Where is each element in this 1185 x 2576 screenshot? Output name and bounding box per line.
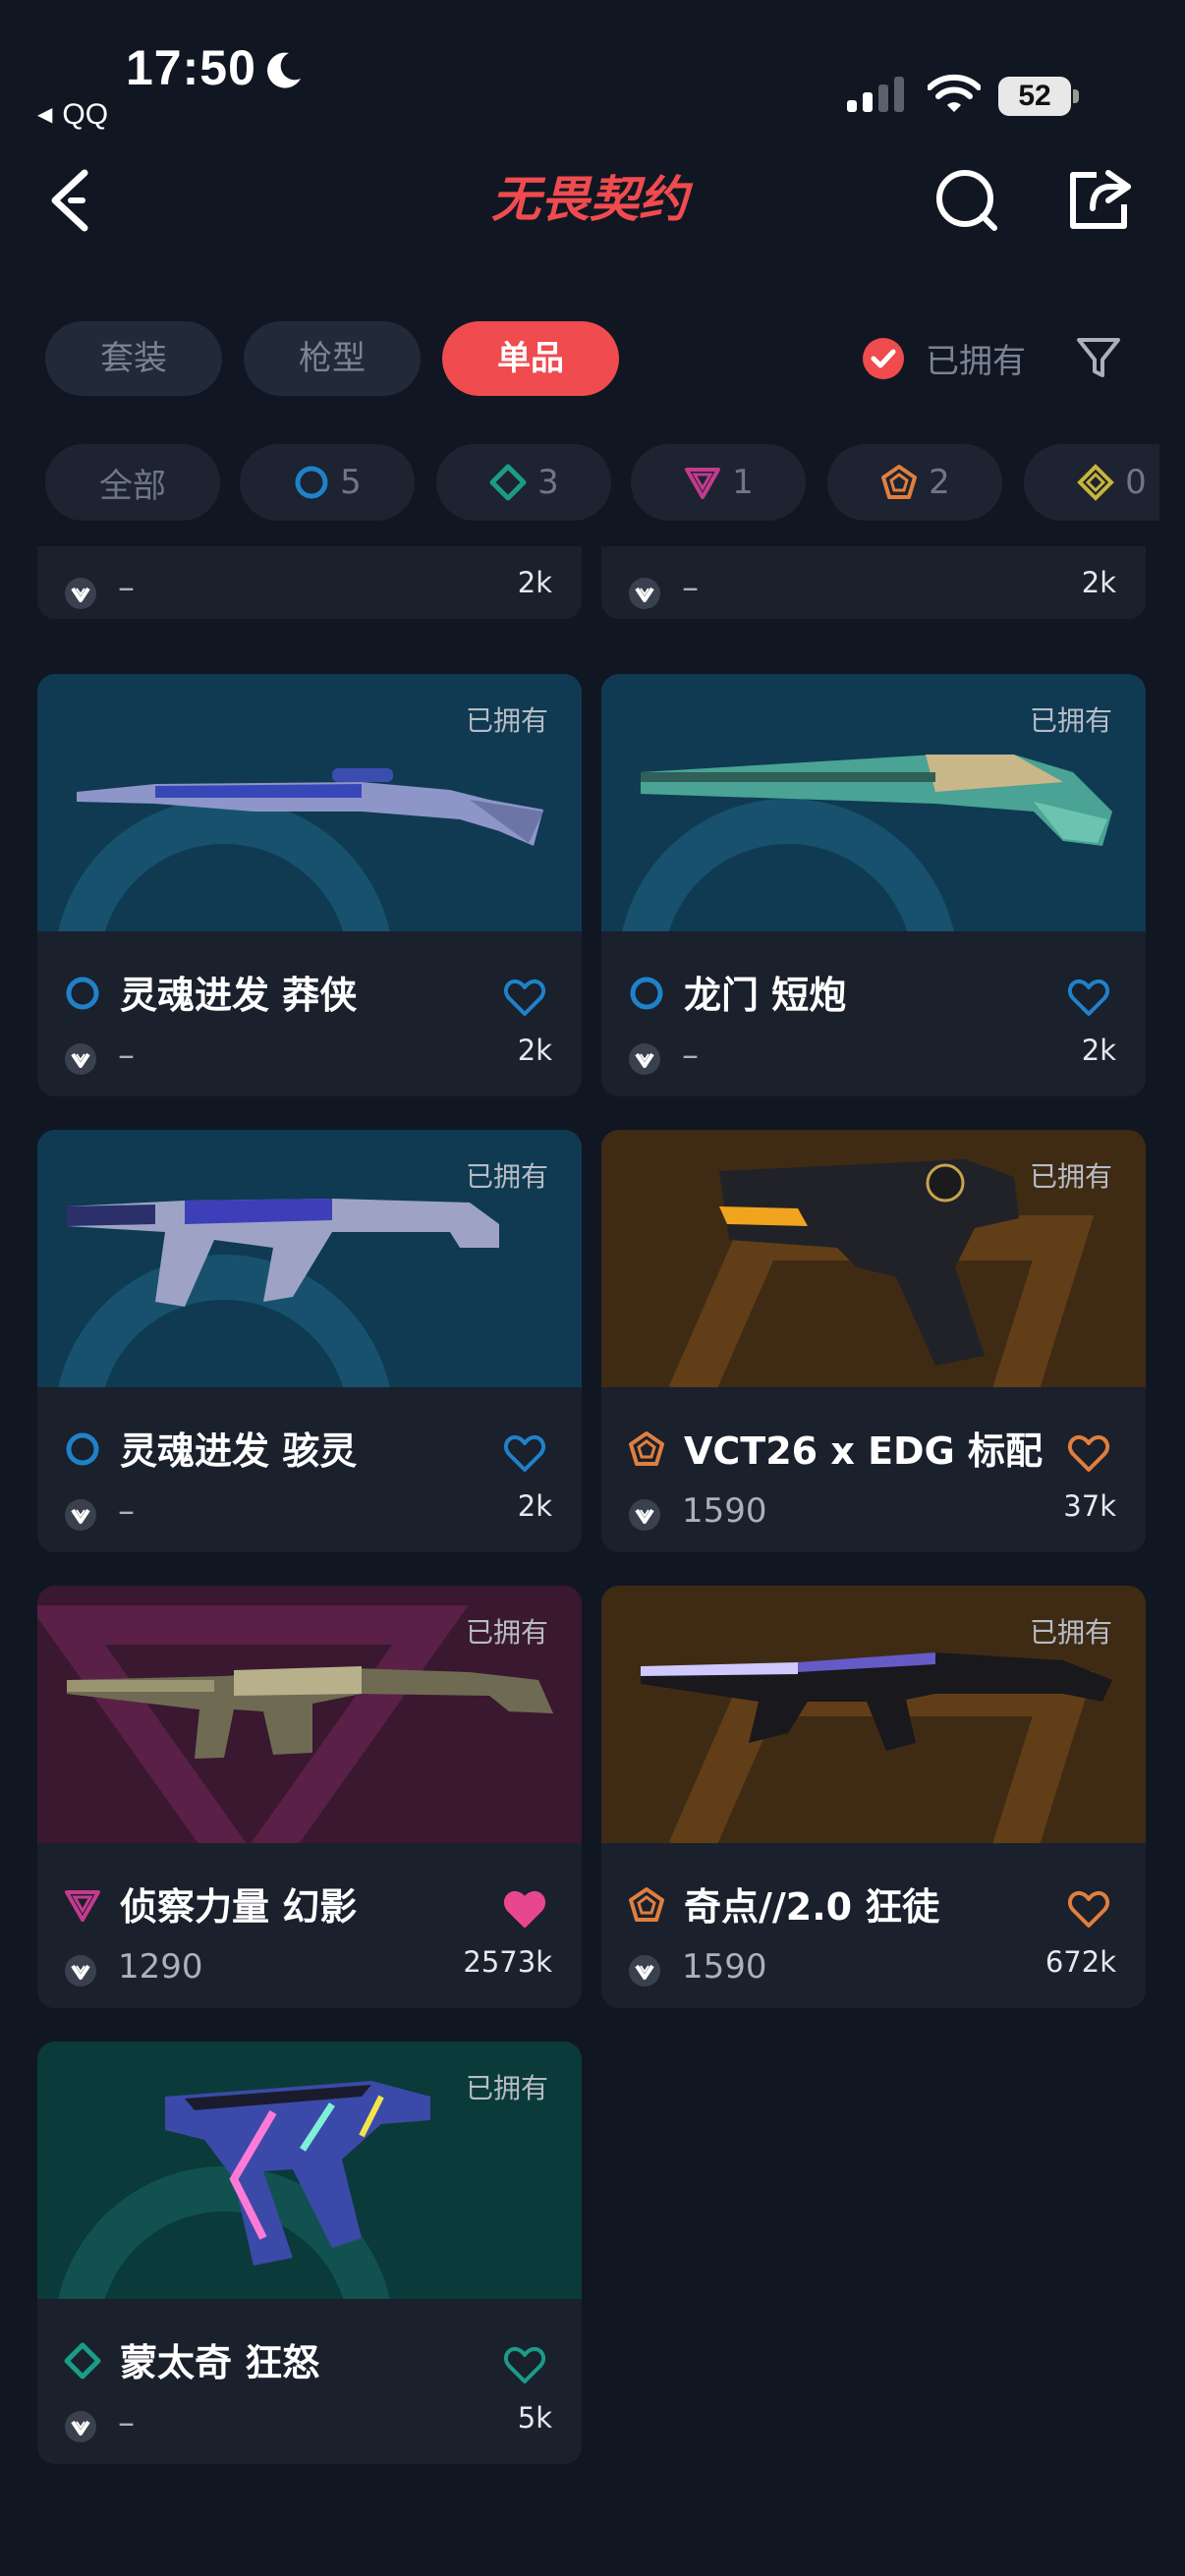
search-button[interactable] bbox=[931, 165, 1002, 236]
vp-currency-icon bbox=[629, 1043, 660, 1075]
item-price: – bbox=[118, 1491, 135, 1531]
item-price: – bbox=[682, 1036, 699, 1075]
tier-icon bbox=[64, 2342, 101, 2380]
item-price: – bbox=[118, 2403, 135, 2442]
favorite-heart-icon[interactable] bbox=[503, 979, 546, 1018]
item-likes: 5k bbox=[517, 2401, 552, 2435]
vp-currency-icon bbox=[629, 578, 660, 609]
filter-icon[interactable] bbox=[1075, 334, 1122, 381]
item-card-partial[interactable]: – 2k bbox=[37, 546, 582, 619]
select-tier-icon bbox=[295, 466, 328, 499]
vp-currency-icon bbox=[65, 1043, 96, 1075]
back-to-app[interactable]: ◀ QQ bbox=[37, 98, 108, 132]
cellular-signal-icon bbox=[847, 77, 904, 112]
owned-badge: 已拥有 bbox=[465, 1160, 548, 1193]
tab-weapon-types[interactable]: 枪型 bbox=[244, 321, 421, 396]
item-likes: 2k bbox=[1081, 566, 1116, 599]
item-card[interactable]: 已拥有 VCT26 x EDG 标配 1590 37k bbox=[601, 1130, 1146, 1552]
share-button[interactable] bbox=[1063, 165, 1134, 236]
item-price: 1590 bbox=[682, 1947, 767, 1987]
item-price: – bbox=[118, 1036, 135, 1075]
back-app-label: QQ bbox=[62, 98, 109, 131]
favorite-heart-icon[interactable] bbox=[503, 1434, 546, 1474]
vp-currency-icon bbox=[629, 1499, 660, 1531]
item-likes: 2k bbox=[1081, 1034, 1116, 1067]
item-card-partial[interactable]: – 2k bbox=[601, 546, 1146, 619]
checkmark-icon bbox=[863, 337, 904, 379]
tier-icon bbox=[629, 1431, 664, 1466]
chip-select-tier[interactable]: 5 bbox=[240, 444, 415, 521]
owned-badge: 已拥有 bbox=[465, 704, 548, 737]
item-card[interactable]: 已拥有 蒙太奇 狂怒 – 5k bbox=[37, 2042, 582, 2464]
premium-tier-icon bbox=[685, 468, 721, 499]
item-name: VCT26 x EDG 标配 bbox=[684, 1429, 1043, 1473]
item-likes: 2k bbox=[517, 1034, 552, 1067]
item-name: 蒙太奇 狂怒 bbox=[120, 2341, 320, 2384]
item-price: 1590 bbox=[682, 1491, 767, 1531]
ultra-tier-icon bbox=[1077, 464, 1115, 501]
item-card[interactable]: 已拥有 龙门 短炮 – 2k bbox=[601, 674, 1146, 1096]
item-name: 灵魂进发 莽侠 bbox=[120, 974, 358, 1017]
owned-filter-toggle[interactable]: 已拥有 bbox=[863, 334, 1026, 382]
item-price: 1290 bbox=[118, 1947, 203, 1987]
owned-badge: 已拥有 bbox=[465, 2072, 548, 2104]
owned-badge: 已拥有 bbox=[1029, 1160, 1112, 1193]
item-name: 侦察力量 幻影 bbox=[120, 1885, 358, 1929]
vp-currency-icon bbox=[65, 1499, 96, 1531]
item-likes: 2k bbox=[517, 566, 552, 599]
tier-icon bbox=[630, 977, 663, 1010]
chip-ultra-tier[interactable]: 0 bbox=[1024, 444, 1159, 521]
status-time: 17:50 bbox=[126, 40, 256, 95]
favorite-heart-icon[interactable] bbox=[503, 2346, 546, 2385]
item-likes: 2k bbox=[517, 1489, 552, 1523]
owned-badge: 已拥有 bbox=[465, 1616, 548, 1649]
tier-icon bbox=[66, 1432, 99, 1466]
item-card[interactable]: 已拥有 灵魂进发 莽侠 – 2k bbox=[37, 674, 582, 1096]
vp-currency-icon bbox=[65, 1955, 96, 1987]
tier-filter-chips: 全部 5 3 1 2 0 bbox=[0, 444, 1159, 521]
owned-badge: 已拥有 bbox=[1029, 704, 1112, 737]
vp-currency-icon bbox=[65, 2411, 96, 2442]
item-card[interactable]: 已拥有 侦察力量 幻影 1290 2573k bbox=[37, 1586, 582, 2008]
back-button[interactable] bbox=[43, 165, 98, 236]
item-price: – bbox=[118, 568, 135, 607]
owned-badge: 已拥有 bbox=[1029, 1616, 1112, 1649]
wifi-icon bbox=[928, 74, 981, 112]
item-price: – bbox=[682, 568, 699, 607]
chip-all[interactable]: 全部 bbox=[45, 444, 220, 521]
chip-exclusive-tier[interactable]: 2 bbox=[827, 444, 1002, 521]
back-triangle-icon: ◀ bbox=[37, 104, 53, 126]
moon-icon bbox=[267, 52, 301, 88]
vp-currency-icon bbox=[65, 578, 96, 609]
item-name: 灵魂进发 骇灵 bbox=[120, 1429, 358, 1473]
item-likes: 672k bbox=[1044, 1945, 1116, 1979]
favorite-heart-icon[interactable] bbox=[1067, 1434, 1110, 1474]
favorite-heart-icon[interactable] bbox=[503, 1890, 546, 1930]
favorite-heart-icon[interactable] bbox=[1067, 979, 1110, 1018]
tab-single-items[interactable]: 单品 bbox=[442, 321, 619, 396]
tier-icon bbox=[629, 1887, 664, 1922]
exclusive-tier-icon bbox=[881, 465, 918, 499]
vp-currency-icon bbox=[629, 1955, 660, 1987]
battery-indicator: 52 bbox=[998, 77, 1079, 116]
deluxe-tier-icon bbox=[489, 464, 527, 501]
chip-premium-tier[interactable]: 1 bbox=[631, 444, 806, 521]
item-card[interactable]: 已拥有 奇点//2.0 狂徒 1590 672k bbox=[601, 1586, 1146, 2008]
chip-deluxe-tier[interactable]: 3 bbox=[436, 444, 611, 521]
tier-icon bbox=[66, 977, 99, 1010]
item-likes: 2573k bbox=[463, 1945, 552, 1979]
item-card[interactable]: 已拥有 灵魂进发 骇灵 – 2k bbox=[37, 1130, 582, 1552]
item-name: 龙门 短炮 bbox=[684, 974, 847, 1017]
owned-filter-label: 已拥有 bbox=[926, 342, 1026, 381]
svg-text:无畏契约: 无畏契约 bbox=[491, 171, 694, 228]
tab-bundles[interactable]: 套装 bbox=[45, 321, 222, 396]
item-name: 奇点//2.0 狂徒 bbox=[684, 1885, 940, 1929]
valorant-logo: 无畏契约 bbox=[491, 171, 694, 228]
favorite-heart-icon[interactable] bbox=[1067, 1890, 1110, 1930]
item-likes: 37k bbox=[1063, 1489, 1116, 1523]
tier-icon bbox=[65, 1890, 100, 1922]
